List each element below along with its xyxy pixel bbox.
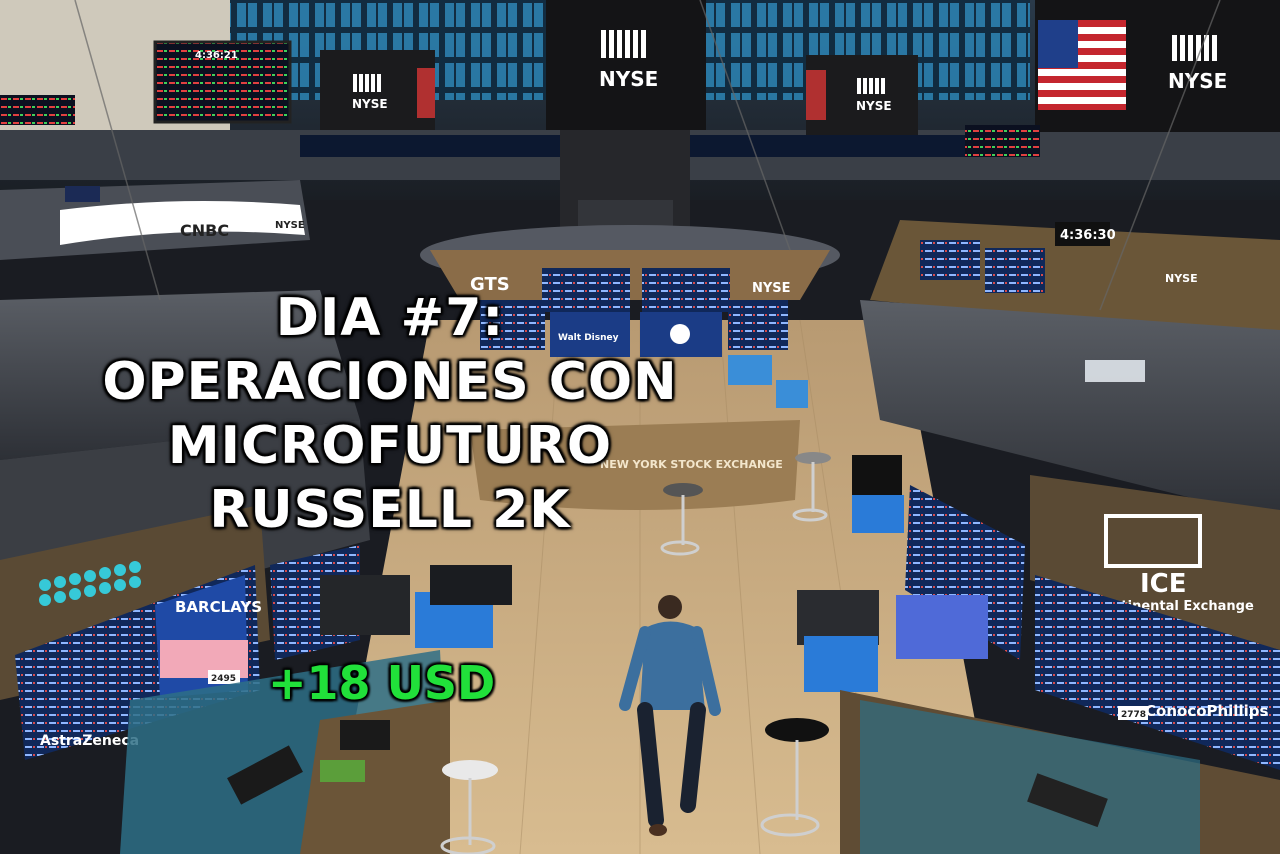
svg-text:ConocoPhillips: ConocoPhillips (1145, 702, 1268, 720)
svg-text:2778: 2778 (1121, 710, 1146, 720)
cnbc-set: CNBC NYSE (0, 180, 310, 260)
overlay-title: DIA #7: OPERACIONES CON MICROFUTURO RUSS… (80, 286, 700, 542)
svg-text:4:36:30: 4:36:30 (1060, 228, 1116, 243)
svg-text:CNBC: CNBC (180, 221, 229, 240)
svg-text:NYSE: NYSE (352, 97, 388, 111)
svg-text:ICE: ICE (1140, 569, 1187, 599)
svg-text:AstraZeneca: AstraZeneca (40, 733, 139, 749)
nyse-sign-3: NYSE (806, 55, 918, 135)
svg-text:NYSE: NYSE (599, 67, 658, 91)
clock-left-text: 4:36:21 (195, 50, 238, 61)
svg-text:NYSE: NYSE (856, 99, 892, 113)
svg-text:NYSE: NYSE (275, 220, 305, 231)
svg-text:NYSE: NYSE (752, 281, 791, 296)
svg-text:BARCLAYS: BARCLAYS (175, 598, 262, 616)
svg-text:NYSE: NYSE (1165, 272, 1198, 285)
nyse-sign-1: NYSE (320, 50, 435, 130)
gain-label: +18 USD (268, 656, 496, 710)
nyse-sign-4: NYSE (1035, 0, 1280, 132)
nyse-sign-2: NYSE (546, 0, 706, 130)
svg-text:NYSE: NYSE (1168, 69, 1227, 93)
title-line-4: RUSSELL 2K (209, 480, 571, 540)
svg-text:2495: 2495 (211, 674, 236, 684)
title-line-2: OPERACIONES CON (102, 352, 678, 412)
title-line-3: MICROFUTURO (167, 416, 613, 476)
trading-floor-scene: 4:36:21 NYSE NYSE NYSE NYSE CNBC NYSE GT… (0, 0, 1280, 854)
title-line-1: DIA #7: (275, 288, 505, 348)
